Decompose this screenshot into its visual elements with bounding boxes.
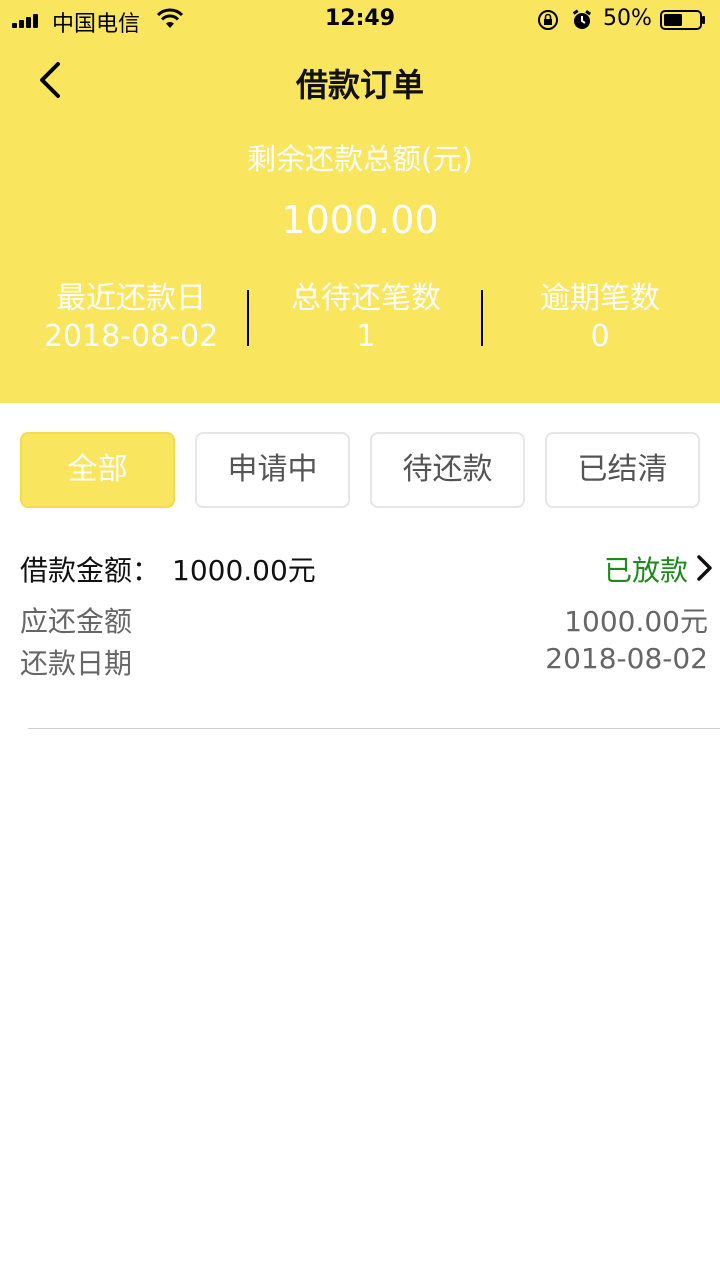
stat-value: 0 (590, 319, 610, 354)
stat-label: 总待还笔数 (291, 281, 441, 316)
remaining-total-label: 剩余还款总额(元) (247, 142, 473, 176)
loan-amount-label: 借款金额： (20, 554, 161, 587)
status-bar: 中国电信 12:49 50% (0, 0, 720, 40)
due-date-value: 2018-08-02 (545, 642, 708, 675)
battery-percent: 50% (603, 6, 652, 31)
loan-amount-value: 1000.00元 (172, 554, 316, 587)
due-date-label: 还款日期 (20, 647, 133, 680)
stat-overdue-count: 逾期笔数 0 (483, 280, 717, 356)
divider (28, 728, 720, 729)
rotation-lock-icon (538, 10, 558, 30)
stat-label: 最近还款日 (56, 281, 206, 316)
due-amount-label: 应还金额 (20, 605, 133, 638)
due-amount-value: 1000.00元 (564, 605, 708, 638)
remaining-total-value: 1000.00 (281, 198, 439, 242)
tab-pending-repayment[interactable]: 待还款 (370, 432, 525, 508)
stat-pending-count: 总待还笔数 1 (249, 280, 483, 356)
tab-applying[interactable]: 申请中 (195, 432, 350, 508)
battery-icon (660, 10, 705, 30)
alarm-icon (572, 9, 592, 29)
tab-all[interactable]: 全部 (20, 432, 175, 508)
stat-value: 1 (356, 319, 376, 354)
stat-label: 逾期笔数 (540, 281, 660, 316)
order-status-badge[interactable]: 已放款 (604, 549, 688, 589)
stat-value: 2018-08-02 (43, 319, 219, 354)
tab-settled[interactable]: 已结清 (545, 432, 700, 508)
chevron-right-icon[interactable] (694, 553, 716, 583)
page-title: 借款订单 (295, 66, 424, 104)
stat-next-due: 最近还款日 2018-08-02 (14, 280, 248, 356)
